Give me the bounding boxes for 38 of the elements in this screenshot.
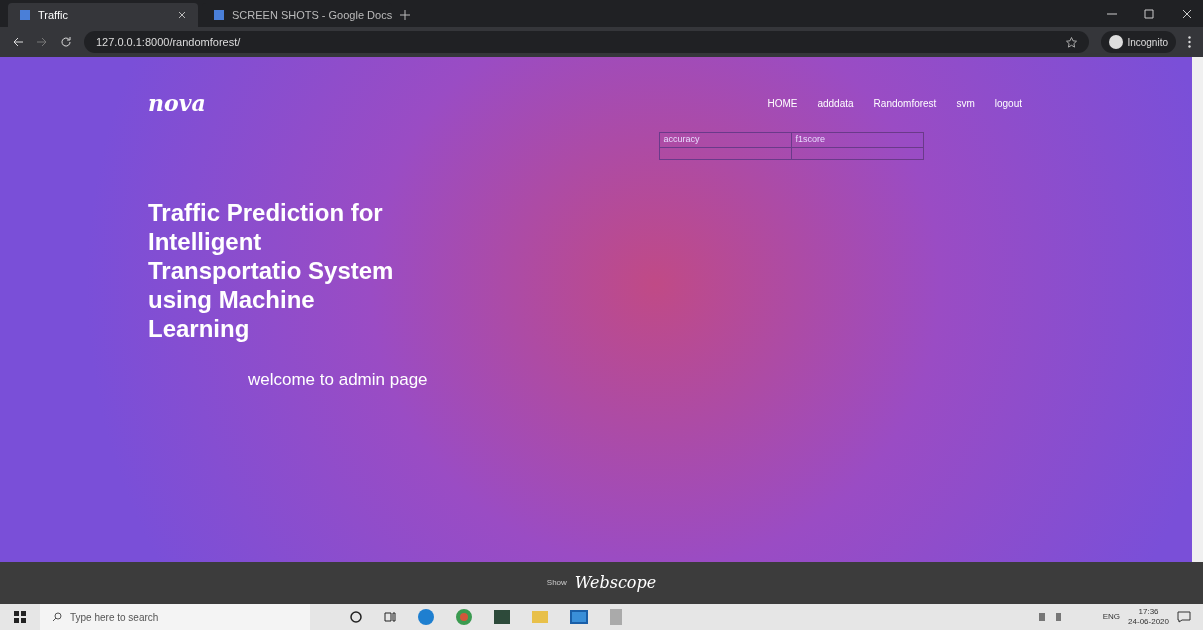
tab-favicon-icon [214, 10, 224, 20]
logo[interactable]: nova [148, 87, 206, 120]
chrome-icon[interactable] [456, 609, 472, 625]
address-bar[interactable]: 127.0.0.1:8000/randomforest/ [84, 31, 1090, 53]
footer-text: Show [546, 577, 567, 589]
nav-link[interactable]: HOME [767, 96, 798, 111]
edge-icon[interactable] [418, 609, 434, 625]
clock-date: 24-06-2020 [1128, 617, 1169, 627]
search-icon [52, 612, 62, 622]
nav-link[interactable]: logout [994, 96, 1022, 111]
clock[interactable]: 17:36 24-06-2020 [1128, 607, 1169, 627]
taskbar-search-field[interactable]: Type here to search [40, 604, 310, 630]
nav-link[interactable]: Randomforest [873, 96, 937, 111]
notifications-icon[interactable] [1177, 611, 1191, 623]
table-header-cell: accuracy [659, 132, 791, 147]
scrollbar[interactable] [1192, 57, 1203, 562]
reload-icon[interactable] [60, 36, 72, 48]
star-icon[interactable] [1066, 36, 1078, 48]
nav-link[interactable]: svm [956, 96, 975, 111]
forward-icon[interactable] [36, 36, 48, 48]
language-indicator[interactable]: ENG [1102, 611, 1121, 623]
task-view-icon[interactable] [384, 611, 396, 623]
menu-icon[interactable] [1188, 36, 1191, 48]
tab-favicon-icon [20, 10, 30, 20]
profile-button[interactable]: Incognito [1101, 31, 1176, 53]
browser-tab[interactable]: Traffic [8, 3, 198, 27]
clock-time: 17:36 [1138, 607, 1159, 617]
back-icon[interactable] [12, 36, 24, 48]
cortana-icon[interactable] [350, 611, 362, 623]
windows-start-icon[interactable] [14, 611, 26, 623]
close-icon[interactable] [178, 11, 186, 19]
headline: Traffic Prediction for Intelligent Transportatio System using Machine Learning [148, 197, 395, 343]
footer-brand[interactable]: Webscope [574, 571, 657, 595]
new-tab-icon[interactable] [400, 10, 410, 20]
incognito-icon [1109, 35, 1124, 49]
nav-link[interactable]: adddata [817, 96, 854, 111]
table-header-cell: f1score [791, 132, 923, 147]
welcome-text: welcome to admin page [248, 368, 429, 391]
